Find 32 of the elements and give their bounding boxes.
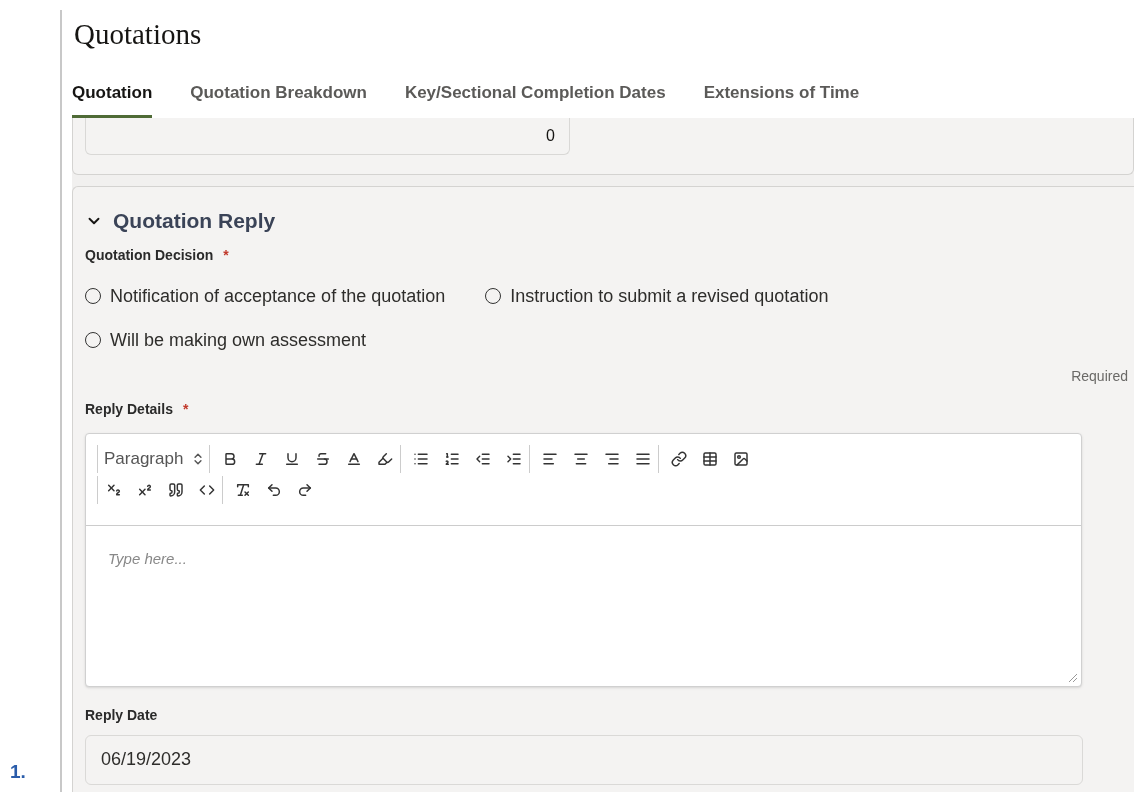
table-icon xyxy=(701,450,718,467)
hint-text: Required xyxy=(1071,366,1128,386)
footnote-number: 1. xyxy=(10,759,27,784)
required-mark: * xyxy=(182,399,189,419)
link-icon xyxy=(670,450,687,467)
field-label: Quotation Decision xyxy=(85,245,214,265)
required-mark: * xyxy=(223,245,229,265)
radio-option[interactable]: Instruction to submit a revised quotation xyxy=(485,283,829,308)
numbered-list-icon xyxy=(443,450,460,467)
radio-option[interactable]: Notification of acceptance of the quotation xyxy=(85,283,446,308)
undo-icon xyxy=(265,481,282,498)
field-label: Reply Date xyxy=(85,705,159,725)
clear-format-icon xyxy=(234,481,251,498)
resize-handle-icon[interactable] xyxy=(1068,672,1078,683)
date-field[interactable]: 06/19/2023 xyxy=(85,734,1083,785)
strikethrough-icon xyxy=(314,450,331,467)
radio-option[interactable]: Will be making own assessment xyxy=(85,327,367,352)
underline-icon xyxy=(283,450,300,467)
section-title: Quotation Reply xyxy=(113,208,276,234)
number-field[interactable]: 0 xyxy=(85,118,570,155)
redo-icon xyxy=(296,481,313,498)
text-color-icon xyxy=(345,450,362,467)
editor-text-area[interactable]: Type here... xyxy=(86,525,1081,686)
image-icon xyxy=(732,450,749,467)
format-dropdown[interactable]: Paragraph xyxy=(104,444,210,473)
page-title: Quotations xyxy=(74,17,203,52)
tab[interactable]: Key/Sectional Completion Dates xyxy=(404,80,666,118)
tab[interactable]: Extensions of Time xyxy=(703,80,860,118)
field-label: Reply Details xyxy=(85,399,173,419)
tab[interactable]: Quotation Breakdown xyxy=(190,80,367,118)
quote-icon xyxy=(167,481,184,498)
highlight-icon xyxy=(376,450,393,467)
